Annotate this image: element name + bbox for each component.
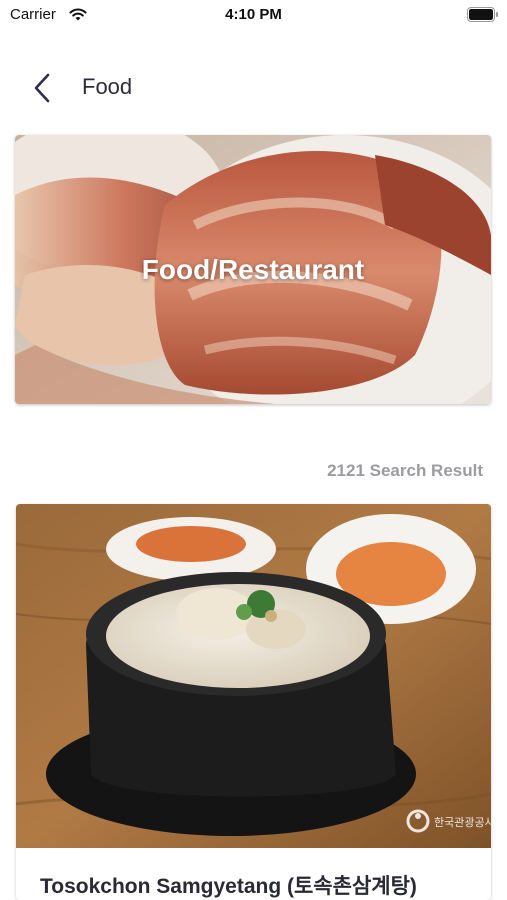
samgyetang-photo (16, 504, 491, 848)
page-title: Food (82, 74, 133, 99)
clock: 4:10 PM (225, 6, 282, 23)
category-banner: Food/Restaurant (15, 135, 491, 404)
search-result-count: 2121 Search Result (327, 461, 483, 480)
nav-bar: Food (0, 60, 507, 114)
restaurant-card[interactable]: 한국관광공사 Tosokchon Samgyetang (토속촌삼계탕) (16, 504, 491, 900)
banner-title: Food/Restaurant (141, 253, 365, 285)
chevron-left-icon[interactable] (26, 70, 62, 106)
svg-text:한국관광공사: 한국관광공사 (434, 816, 491, 829)
tourism-watermark-logo: 한국관광공사 (406, 809, 491, 833)
status-bar: Carrier 4:10 PM (0, 0, 507, 32)
battery-icon (467, 7, 498, 22)
restaurant-title: Tosokchon Samgyetang (토속촌삼계탕) (40, 875, 417, 898)
